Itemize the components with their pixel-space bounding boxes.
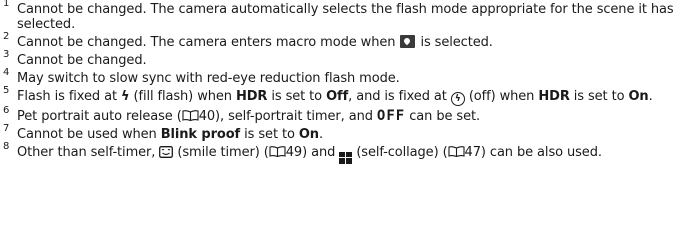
footnote-number: 2 (3, 31, 10, 42)
footnote-text: (fill flash) when (129, 89, 236, 104)
footnote-text: Pet portrait auto release ( (17, 109, 182, 124)
footnote-number: 8 (3, 141, 10, 152)
footnote-text: ) can be also used. (480, 145, 602, 160)
page-reference-icon (182, 110, 199, 121)
footnote-8: 8 Other than self-timer, (smile timer) (… (0, 141, 686, 164)
footnote-text: (smile timer) ( (173, 145, 269, 160)
footnote-number: 3 (3, 49, 10, 60)
footnote-text: Cannot be used when (17, 127, 161, 142)
footnote-text: is set to (267, 89, 327, 104)
footnote-text: ), self-portrait timer, and (215, 109, 377, 124)
footnote-number: 6 (3, 105, 10, 116)
footnote-2: 2 Cannot be changed. The camera enters m… (0, 31, 686, 51)
footnote-number: 7 (3, 123, 10, 134)
self-collage-icon (339, 151, 353, 164)
footnote-7: 7 Cannot be used when Blink proof is set… (0, 123, 686, 143)
footnote-number: 1 (3, 0, 10, 9)
footnote-text: Cannot be changed. The camera automatica… (17, 2, 674, 32)
footnote-number: 5 (3, 85, 10, 96)
footnote-text: , and is fixed at (348, 89, 451, 104)
setting-value: On (628, 89, 649, 104)
page-reference-number: 47 (464, 145, 481, 160)
page-reference-icon (447, 146, 465, 157)
setting-value: On (298, 127, 319, 142)
footnote-4: 4 May switch to slow sync with red-eye r… (0, 67, 686, 87)
off-setting-label: OFF (376, 108, 406, 124)
setting-name: HDR (235, 89, 268, 104)
footnote-text: May switch to slow sync with red-eye red… (17, 71, 400, 86)
footnote-3: 3 Cannot be changed. (0, 49, 686, 69)
smile-timer-icon (159, 146, 174, 158)
footnote-text: is set to (240, 127, 299, 142)
footnotes-page: 1 Cannot be changed. The camera automati… (0, 0, 686, 240)
footnote-5: 5 Flash is fixed at ϟ (fill flash) when … (0, 85, 686, 106)
flash-off-icon: ϟ (450, 92, 465, 106)
footnote-text: ) and (302, 145, 340, 160)
footnote-text: . (318, 127, 324, 142)
footnote-text: (off) when (464, 89, 539, 104)
footnote-6: 6 Pet portrait auto release ( 40), self-p… (0, 105, 686, 125)
page-reference-icon (269, 146, 286, 157)
setting-value: Off (326, 89, 349, 104)
page-reference-number: 49 (285, 145, 303, 160)
macro-scene-icon (400, 35, 416, 48)
setting-name: HDR (538, 89, 570, 104)
footnote-text: (self-collage) ( (352, 145, 448, 160)
footnote-1: 1 Cannot be changed. The camera automati… (0, 0, 686, 32)
footnote-text: is selected. (416, 35, 493, 50)
footnote-text: Other than self-timer, (17, 145, 160, 160)
footnote-text: . (648, 89, 653, 104)
footnote-text: Flash is fixed at (17, 89, 121, 104)
page-reference-number: 40 (198, 109, 216, 124)
footnote-number: 4 (3, 67, 10, 78)
setting-name: Blink proof (160, 127, 241, 142)
footnote-text: Cannot be changed. (17, 53, 147, 68)
footnote-text: is set to (569, 89, 629, 104)
footnote-text: Cannot be changed. The camera enters mac… (17, 35, 400, 50)
footnote-text: can be set. (405, 109, 481, 124)
